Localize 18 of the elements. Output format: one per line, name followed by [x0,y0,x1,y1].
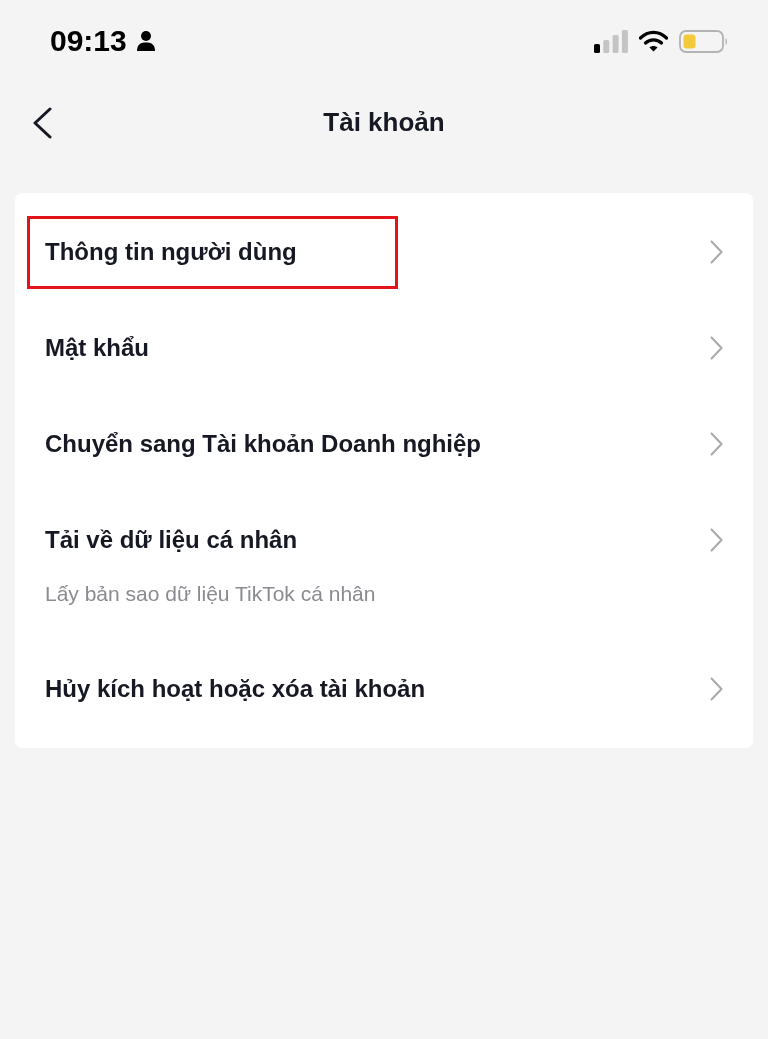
chevron-right-icon [710,336,723,360]
wifi-icon [639,30,668,52]
chevron-right-icon [710,240,723,264]
menu-item-description: Lấy bản sao dữ liệu TikTok cá nhân [45,581,377,607]
page-title: Tài khoản [323,105,445,139]
signal-icon [594,29,628,53]
back-icon[interactable] [32,107,52,139]
battery-icon [679,29,728,53]
menu-item[interactable]: Tải về dữ liệu cá nhân [45,526,723,554]
chevron-right-icon [710,432,723,456]
menu-item[interactable]: Thông tin người dùng [45,238,723,266]
chevron-right-icon [710,528,723,552]
person-icon [136,31,155,51]
menu-item[interactable]: Mật khẩu [45,334,723,362]
menu-item[interactable]: Chuyển sang Tài khoản Doanh nghiệp [45,430,723,458]
menu-item[interactable]: Hủy kích hoạt hoặc xóa tài khoản [45,675,723,703]
chevron-right-icon [710,677,723,701]
status-time: 09:13 [50,26,127,56]
